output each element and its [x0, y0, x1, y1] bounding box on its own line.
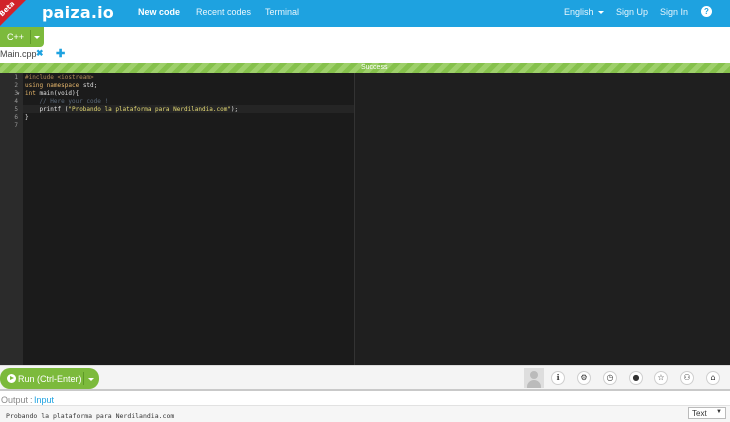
- play-icon: [7, 374, 16, 383]
- tab-separator: :: [30, 395, 33, 405]
- line-number: 4: [14, 98, 18, 105]
- nav-new-code[interactable]: New code: [138, 7, 180, 17]
- output-panel: Probando la plataforma para Nerdilandia.…: [0, 405, 730, 422]
- top-navbar: Beta paiza.io New code Recent codes Term…: [0, 0, 730, 27]
- avatar[interactable]: [524, 368, 544, 388]
- info-icon[interactable]: ℹ: [551, 371, 565, 385]
- lock-icon[interactable]: ⌂: [706, 371, 720, 385]
- right-pane: [355, 73, 730, 365]
- sign-in-link[interactable]: Sign In: [660, 7, 688, 17]
- progress-status: Success: [361, 64, 388, 71]
- button-divider: [83, 372, 84, 385]
- line-number: 5: [14, 106, 18, 113]
- output-tabs: Output : Input: [0, 389, 730, 405]
- sign-up-link[interactable]: Sign Up: [616, 7, 648, 17]
- users-icon[interactable]: ⚇: [680, 371, 694, 385]
- clock-icon[interactable]: ◷: [603, 371, 617, 385]
- fold-arrow-icon[interactable]: ▾: [17, 91, 20, 97]
- chevron-down-icon: [597, 11, 604, 14]
- beta-label: Beta: [0, 0, 17, 19]
- nav-terminal[interactable]: Terminal: [265, 7, 299, 17]
- file-tab-main-cpp[interactable]: Main.cpp: [0, 49, 37, 59]
- code-editor[interactable]: 1 2 3 ▾ 4 5 6 7 #include <iostream> usin…: [0, 73, 730, 365]
- language-select-label: C++: [7, 32, 25, 42]
- close-icon[interactable]: ✖: [36, 48, 44, 59]
- add-file-icon[interactable]: ✚: [56, 47, 65, 60]
- run-label: Run (Ctrl-Enter): [18, 374, 82, 384]
- code-line-1: #include <iostream>: [25, 74, 94, 81]
- language-dropdown[interactable]: English: [564, 7, 604, 17]
- help-icon[interactable]: ?: [701, 6, 712, 17]
- line-number: 1: [14, 74, 18, 81]
- chevron-down-icon[interactable]: [88, 378, 94, 381]
- line-number: 6: [14, 114, 18, 121]
- code-line-3: int main(void){: [25, 90, 80, 97]
- beta-ribbon: Beta: [0, 0, 26, 26]
- gear-icon[interactable]: ⚙: [577, 371, 591, 385]
- star-icon[interactable]: ☆: [654, 371, 668, 385]
- line-number-gutter: 1 2 3 ▾ 4 5 6 7: [0, 73, 23, 365]
- button-divider: [30, 30, 31, 44]
- line-number: 2: [14, 82, 18, 89]
- format-label: Text: [692, 409, 707, 418]
- code-line-5: printf ("Probando la plataforma para Ner…: [25, 106, 239, 113]
- chevron-down-icon: [34, 36, 40, 39]
- program-output: Probando la plataforma para Nerdilandia.…: [6, 412, 175, 420]
- run-button[interactable]: Run (Ctrl-Enter): [0, 368, 99, 389]
- language-select-button[interactable]: C++: [0, 27, 44, 47]
- output-format-select[interactable]: Text ▼: [688, 407, 726, 419]
- code-line-6: }: [25, 114, 29, 121]
- nav-recent-codes[interactable]: Recent codes: [196, 7, 251, 17]
- chevron-down-icon: ▼: [716, 409, 722, 415]
- language-label: English: [564, 7, 594, 17]
- file-tab-row: Main.cpp ✖ ✚: [0, 47, 730, 63]
- paiza-logo[interactable]: paiza.io: [42, 3, 114, 22]
- tab-input[interactable]: Input: [34, 395, 54, 405]
- code-line-4: // Here your code !: [25, 98, 109, 105]
- code-line-2: using namespace std;: [25, 82, 98, 89]
- github-icon[interactable]: ●: [629, 371, 643, 385]
- line-number: 7: [14, 122, 18, 129]
- bottom-toolbar: Run (Ctrl-Enter) ℹ ⚙ ◷ ● ☆ ⚇ ⌂: [0, 365, 730, 389]
- tab-output[interactable]: Output: [1, 395, 28, 405]
